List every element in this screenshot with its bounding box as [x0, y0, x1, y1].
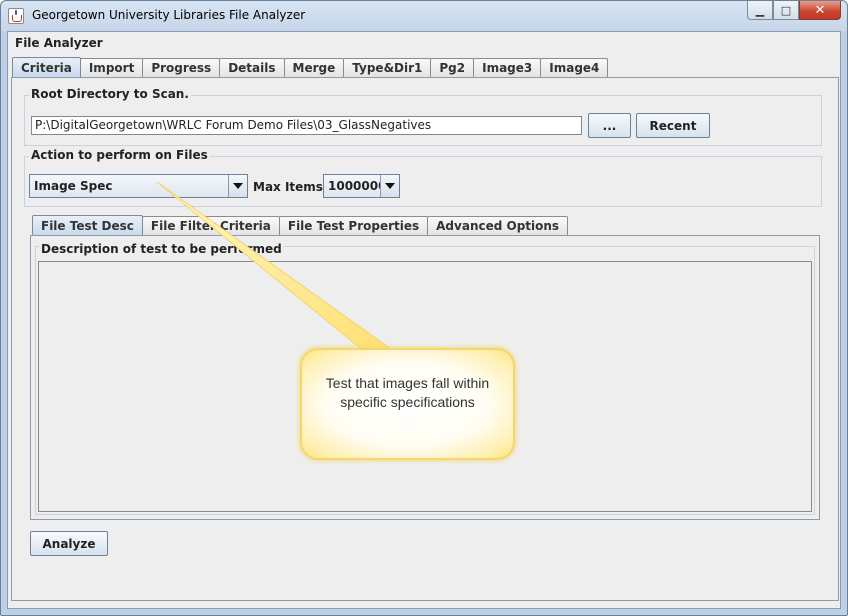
criteria-panel: Root Directory to Scan. P:\DigitalGeorge…	[11, 77, 839, 601]
java-app-icon	[8, 8, 24, 24]
tab-file-test-desc[interactable]: File Test Desc	[32, 215, 143, 235]
action-select[interactable]: Image Spec	[29, 174, 248, 198]
chevron-down-icon[interactable]	[380, 175, 399, 197]
analyze-button[interactable]: Analyze	[30, 531, 108, 556]
tab-progress[interactable]: Progress	[142, 58, 221, 77]
app-window: Georgetown University Libraries File Ana…	[0, 0, 848, 616]
tab-pg2[interactable]: Pg2	[430, 58, 475, 77]
maximize-icon: □	[780, 3, 792, 17]
maximize-button[interactable]: □	[773, 1, 799, 20]
main-tab-strip: Criteria Import Progress Details Merge T…	[12, 57, 609, 78]
root-directory-input[interactable]: P:\DigitalGeorgetown\WRLC Forum Demo Fil…	[31, 116, 582, 135]
close-icon: ✕	[814, 2, 826, 18]
tab-type-dir1[interactable]: Type&Dir1	[343, 58, 432, 77]
tab-image3[interactable]: Image3	[473, 58, 542, 77]
chevron-down-icon[interactable]	[228, 175, 247, 197]
action-title: Action to perform on Files	[29, 148, 210, 162]
tab-merge[interactable]: Merge	[283, 58, 345, 77]
window-controls: ▁ □ ✕	[747, 1, 841, 21]
close-button[interactable]: ✕	[799, 1, 841, 20]
max-items-label: Max Items:	[253, 180, 328, 194]
title-bar[interactable]: Georgetown University Libraries File Ana…	[1, 1, 847, 31]
tab-file-test-properties[interactable]: File Test Properties	[278, 216, 429, 235]
window-title: Georgetown University Libraries File Ana…	[32, 8, 306, 22]
menu-title[interactable]: File Analyzer	[15, 36, 103, 50]
sub-tab-strip: File Test Desc File Filter Criteria File…	[32, 215, 569, 236]
minimize-icon: ▁	[755, 3, 765, 17]
root-directory-group: Root Directory to Scan. P:\DigitalGeorge…	[24, 87, 822, 146]
callout-tooltip: Test that images fall within specific sp…	[300, 348, 515, 460]
tab-details[interactable]: Details	[219, 58, 285, 77]
client-area: File Analyzer Criteria Import Progress D…	[7, 31, 841, 609]
action-group: Action to perform on Files Image Spec Ma…	[24, 148, 822, 207]
callout-text: Test that images fall within specific sp…	[325, 375, 490, 410]
browse-button[interactable]: ...	[588, 113, 631, 138]
max-items-value: 1000000	[328, 179, 387, 193]
max-items-select[interactable]: 1000000	[323, 174, 400, 198]
description-title: Description of test to be performed	[39, 242, 284, 256]
tab-advanced-options[interactable]: Advanced Options	[427, 216, 569, 235]
action-selected-value: Image Spec	[34, 179, 113, 193]
tab-image4[interactable]: Image4	[540, 58, 609, 77]
tab-criteria[interactable]: Criteria	[12, 57, 81, 77]
root-directory-title: Root Directory to Scan.	[29, 87, 191, 101]
tab-import[interactable]: Import	[79, 58, 144, 77]
menu-bar: File Analyzer	[8, 32, 840, 54]
minimize-button[interactable]: ▁	[747, 1, 773, 20]
tab-file-filter-criteria[interactable]: File Filter Criteria	[141, 216, 280, 235]
recent-button[interactable]: Recent	[636, 113, 710, 138]
